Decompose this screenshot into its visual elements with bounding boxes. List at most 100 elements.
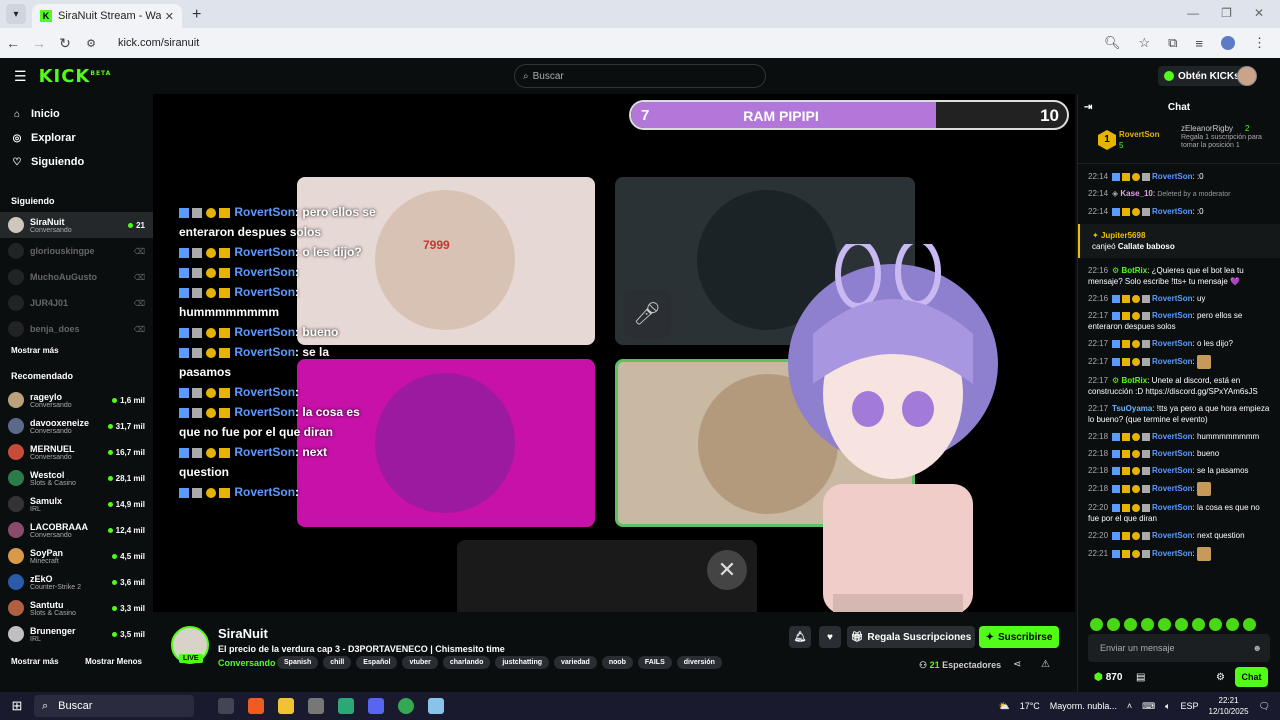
close-window-icon[interactable]: ✕: [1254, 6, 1264, 20]
send-chat-button[interactable]: Chat: [1235, 667, 1268, 687]
recommended-channel[interactable]: LACOBRAAA Conversando 12,4 mil: [0, 517, 153, 543]
kicks-balance[interactable]: ⬢ 870: [1094, 672, 1122, 683]
volume-icon[interactable]: 🔈︎: [1165, 701, 1170, 712]
zoom-icon[interactable]: 🔍︎: [1104, 35, 1121, 51]
followed-channel[interactable]: JUR4J01 ⌫: [0, 290, 153, 316]
get-kicks-button[interactable]: Obtén KICKs: [1158, 66, 1246, 86]
taskbar-search[interactable]: ⌕ Buscar: [34, 695, 194, 717]
notifications-icon[interactable]: 🗨︎: [1259, 701, 1270, 712]
emote-icon[interactable]: [1243, 618, 1256, 631]
followed-channel[interactable]: gloriouskingpe ⌫: [0, 238, 153, 264]
recommended-channel[interactable]: MERNUEL Conversando 16,7 mil: [0, 439, 153, 465]
forward-icon[interactable]: →: [26, 35, 52, 51]
collapse-chat-icon[interactable]: ⇥: [1084, 102, 1092, 113]
channel-avatar: [8, 321, 24, 337]
file-explorer-icon[interactable]: [278, 698, 294, 714]
nav-home[interactable]: ⌂ Inicio: [0, 102, 153, 126]
stream-category[interactable]: Conversando: [218, 658, 276, 668]
tray-arrow-icon[interactable]: ˄: [1127, 701, 1132, 711]
tag-chip[interactable]: chill: [323, 656, 352, 669]
emote-icon[interactable]: [1124, 618, 1137, 631]
nav-following[interactable]: ♡ Siguiendo: [0, 150, 153, 174]
task-view-icon[interactable]: [218, 698, 234, 714]
app-icon[interactable]: [428, 698, 444, 714]
recommended-channel[interactable]: Brunenger IRL 3,5 mil: [0, 621, 153, 647]
report-icon[interactable]: ⚠: [1041, 659, 1050, 670]
tag-chip[interactable]: FAILS: [637, 656, 672, 669]
search-input[interactable]: ⌕ Buscar: [514, 64, 766, 88]
emote-icon[interactable]: [1192, 618, 1205, 631]
notifications-button[interactable]: 🔔︎: [789, 626, 811, 648]
emote-icon[interactable]: [1209, 618, 1222, 631]
reload-icon[interactable]: ↻: [52, 35, 78, 52]
minimize-icon[interactable]: —: [1187, 6, 1199, 20]
tag-chip[interactable]: charlando: [442, 656, 491, 669]
recommended-channel[interactable]: Santutu Slots & Casino 3,3 mil: [0, 595, 153, 621]
channel-name[interactable]: SiraNuit: [218, 626, 268, 641]
hamburger-icon[interactable]: ☰: [14, 68, 27, 85]
tag-chip[interactable]: diversión: [676, 656, 722, 669]
emoji-icon[interactable]: ☻: [1253, 643, 1262, 653]
share-icon[interactable]: ⋖: [1013, 659, 1021, 670]
tag-chip[interactable]: Español: [356, 656, 398, 669]
user-avatar[interactable]: [1237, 66, 1257, 86]
tag-chip[interactable]: Spanish: [277, 656, 319, 669]
video-player[interactable]: 7 RAM PIPIPI 10 7999 🎤︎ ✕ RovertSon: per…: [153, 94, 1075, 612]
close-tab-icon[interactable]: ✕: [165, 10, 174, 23]
tag-chip[interactable]: justchatting: [495, 656, 550, 669]
discord-icon[interactable]: [368, 698, 384, 714]
channel-avatar: [8, 496, 24, 512]
brave-icon[interactable]: [248, 698, 264, 714]
recommended-channel[interactable]: zEkO Counter-Strike 2 3,6 mil: [0, 569, 153, 595]
url-field[interactable]: kick.com/siranuit: [118, 37, 199, 49]
extensions-icon[interactable]: ⧉: [1168, 35, 1177, 51]
emote-icon[interactable]: [1226, 618, 1239, 631]
recommended-channel[interactable]: davooxeneize Conversando 31,7 mil: [0, 413, 153, 439]
overlay-chat-line: RovertSon:: [179, 482, 379, 502]
network-icon[interactable]: ⌨: [1142, 701, 1155, 712]
chrome-icon[interactable]: [398, 698, 414, 714]
back-icon[interactable]: ←: [0, 35, 26, 51]
follow-button[interactable]: ♥: [819, 626, 841, 648]
new-tab-button[interactable]: +: [192, 6, 201, 24]
settings-icon[interactable]: ⚙: [1216, 672, 1225, 683]
system-clock[interactable]: 22:21 12/10/2025: [1209, 695, 1249, 717]
media-icon[interactable]: ≡: [1195, 36, 1203, 51]
nav-explore[interactable]: ◎ Explorar: [0, 126, 153, 150]
menu-icon[interactable]: ⋮: [1253, 35, 1266, 51]
recommended-channel[interactable]: SoyPan Minecraft 4,5 mil: [0, 543, 153, 569]
bookmark-star-icon[interactable]: ☆: [1138, 35, 1150, 51]
show-more-following[interactable]: Mostrar más: [0, 342, 153, 359]
emote-icon[interactable]: [1158, 618, 1171, 631]
followed-channel[interactable]: MuchoAuGusto ⌫: [0, 264, 153, 290]
show-more-recommended[interactable]: Mostrar más: [11, 657, 59, 666]
store-icon[interactable]: ▤: [1136, 672, 1145, 683]
chat-input[interactable]: Enviar un mensaje ☻: [1088, 634, 1270, 662]
followed-channel[interactable]: SiraNuit Conversando 21: [0, 212, 153, 238]
app-icon[interactable]: [338, 698, 354, 714]
chat-badges-icon: [1112, 531, 1151, 540]
tab-search-button[interactable]: ▾: [6, 4, 26, 24]
tag-chip[interactable]: vtuber: [402, 656, 438, 669]
browser-tab[interactable]: K SiraNuit Stream - Watch Live on ✕: [32, 4, 182, 28]
emote-icon[interactable]: [1090, 618, 1103, 631]
app-icon[interactable]: [308, 698, 324, 714]
tag-chip[interactable]: variedad: [554, 656, 597, 669]
emote-icon[interactable]: [1175, 618, 1188, 631]
profile-avatar[interactable]: [1221, 36, 1235, 50]
emote-icon[interactable]: [1141, 618, 1154, 631]
subscribe-button[interactable]: ✦ Suscribirse: [979, 626, 1059, 648]
followed-channel[interactable]: benja_does ⌫: [0, 316, 153, 342]
tag-chip[interactable]: noob: [601, 656, 633, 669]
recommended-channel[interactable]: rageylo Conversando 1,6 mil: [0, 387, 153, 413]
show-less-recommended[interactable]: Mostrar Menos: [85, 657, 142, 666]
overlay-chat-line: RovertSon: bueno: [179, 322, 379, 342]
emote-icon[interactable]: [1107, 618, 1120, 631]
gift-subs-button[interactable]: 🎁︎ Regala Suscripciones: [847, 626, 975, 648]
maximize-icon[interactable]: ❐: [1221, 6, 1232, 20]
recommended-channel[interactable]: Samulx IRL 14,9 mil: [0, 491, 153, 517]
site-info-icon[interactable]: ⚙: [78, 37, 104, 50]
kick-logo[interactable]: KICKBETA: [39, 66, 112, 87]
recommended-channel[interactable]: Westcol Slots & Casino 28,1 mil: [0, 465, 153, 491]
windows-start-icon[interactable]: ⊞: [0, 698, 34, 714]
